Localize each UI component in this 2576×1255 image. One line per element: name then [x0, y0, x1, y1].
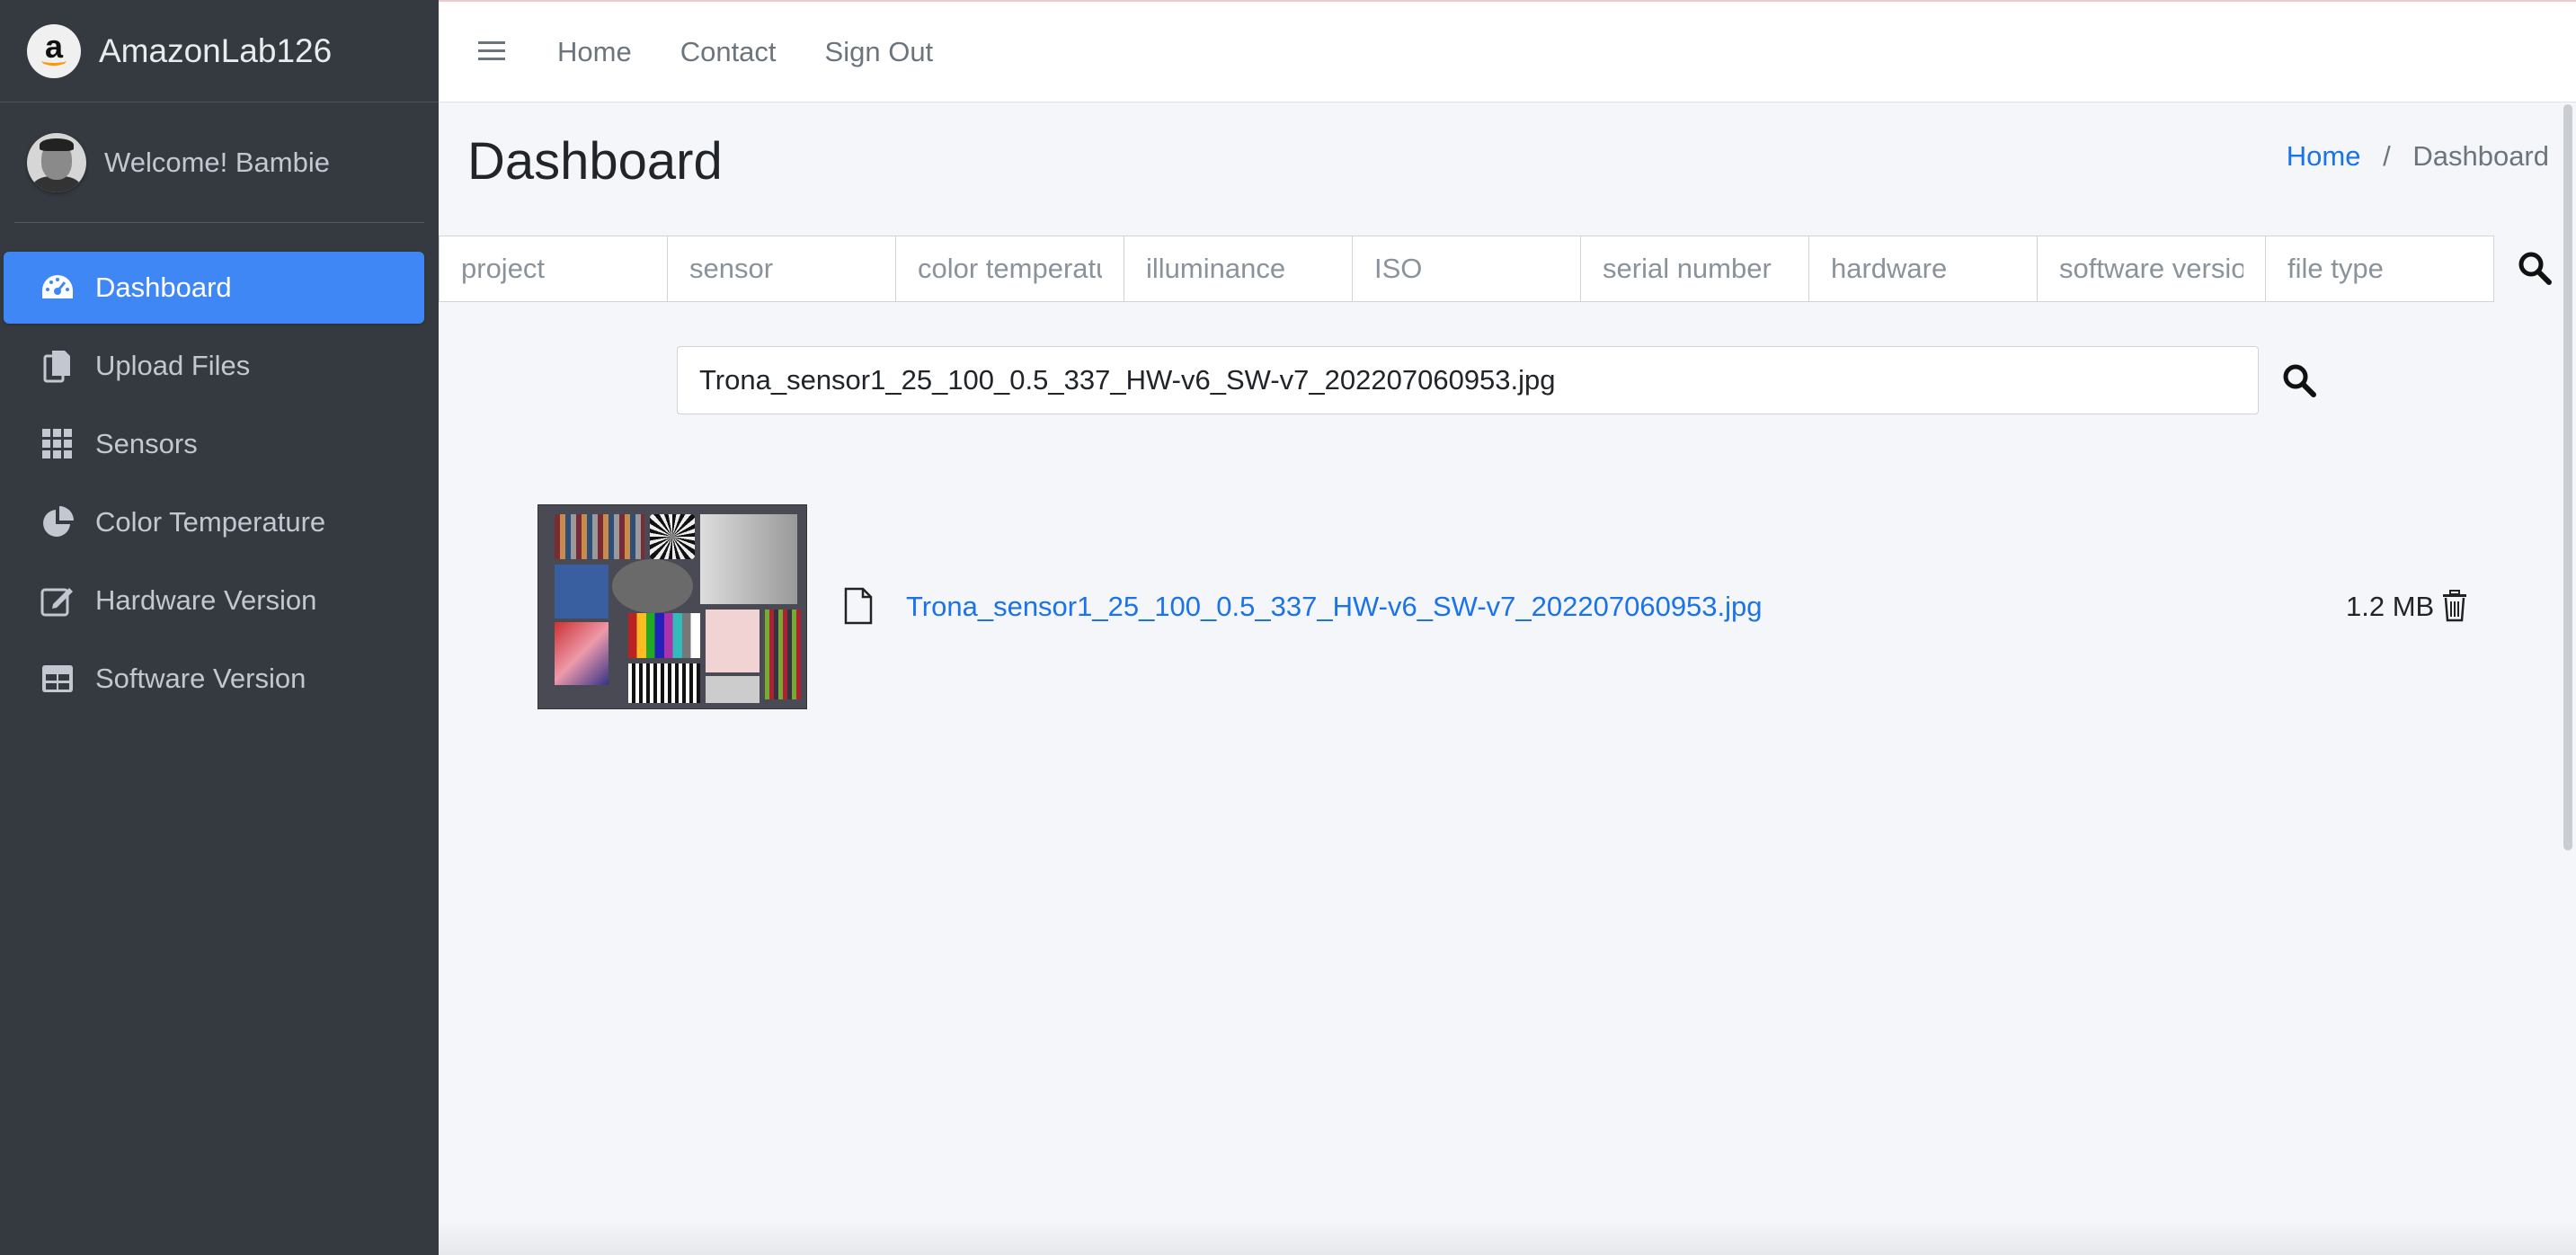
hamburger-icon[interactable]: [478, 33, 511, 71]
file-thumbnail[interactable]: [537, 504, 807, 709]
welcome-text[interactable]: Welcome! Bambie: [104, 147, 330, 179]
table-icon: [40, 661, 76, 697]
file-icon: [843, 587, 874, 625]
sidebar-item-label: Color Temperature: [95, 506, 326, 538]
brand-link[interactable]: a AmazonLab126: [0, 0, 439, 102]
trash-icon[interactable]: [2441, 590, 2468, 622]
filter-software-version-input[interactable]: [2037, 236, 2266, 302]
nav-link-sign-out[interactable]: Sign Out: [814, 36, 945, 68]
sidebar-item-color-temperature[interactable]: Color Temperature: [4, 486, 424, 558]
amazon-logo-icon: a: [27, 23, 81, 78]
sidebar: a AmazonLab126 Welcome! Bambie Dashboard…: [0, 0, 439, 1255]
avatar[interactable]: [27, 132, 86, 192]
sidebar-item-dashboard[interactable]: Dashboard: [4, 252, 424, 324]
files-icon: [40, 348, 76, 384]
filter-sensor-input[interactable]: [667, 236, 896, 302]
footer-shadow: [439, 1219, 2576, 1255]
sidebar-item-label: Upload Files: [95, 350, 251, 381]
nav-link-contact[interactable]: Contact: [670, 36, 787, 68]
filter-project-input[interactable]: [439, 236, 668, 302]
pie-chart-icon: [40, 504, 76, 540]
breadcrumb: Home / Dashboard: [2287, 140, 2549, 173]
sidebar-item-label: Dashboard: [95, 271, 232, 303]
file-search-input[interactable]: [677, 346, 2259, 414]
sidebar-nav: Dashboard Upload Files Sensors Color Tem…: [0, 223, 439, 715]
nav-link-home[interactable]: Home: [546, 36, 643, 68]
filter-iso-input[interactable]: [1352, 236, 1581, 302]
filter-color-temperature-input[interactable]: [895, 236, 1124, 302]
sidebar-item-label: Software Version: [95, 663, 306, 694]
filter-file-type-input[interactable]: [2265, 236, 2494, 302]
file-name-link[interactable]: Trona_sensor1_25_100_0.5_337_HW-v6_SW-v7…: [906, 591, 1763, 623]
filter-bar: [439, 236, 2494, 302]
edit-icon: [40, 583, 76, 619]
scrollbar-thumb[interactable]: [2563, 104, 2572, 850]
dashboard-icon: [40, 270, 76, 306]
brand-name: AmazonLab126: [99, 31, 333, 69]
sidebar-item-upload-files[interactable]: Upload Files: [4, 330, 424, 402]
filter-illuminance-input[interactable]: [1124, 236, 1353, 302]
sidebar-item-label: Hardware Version: [95, 584, 317, 616]
sidebar-item-sensors[interactable]: Sensors: [4, 408, 424, 480]
breadcrumb-separator: /: [2383, 140, 2391, 172]
sidebar-item-software-version[interactable]: Software Version: [4, 643, 424, 715]
filter-hardware-input[interactable]: [1808, 236, 2038, 302]
sidebar-item-label: Sensors: [95, 428, 198, 459]
file-search-icon[interactable]: [2281, 362, 2317, 398]
filter-serial-number-input[interactable]: [1580, 236, 1809, 302]
breadcrumb-current: Dashboard: [2412, 140, 2549, 172]
breadcrumb-home-link[interactable]: Home: [2287, 140, 2361, 172]
file-size: 1.2 MB: [2346, 591, 2435, 622]
user-panel: Welcome! Bambie: [14, 102, 424, 223]
grid-icon: [40, 426, 76, 462]
filter-search-icon[interactable]: [2517, 250, 2553, 286]
top-navbar: Home Contact Sign Out: [439, 0, 2576, 102]
sidebar-item-hardware-version[interactable]: Hardware Version: [4, 565, 424, 636]
page-title: Dashboard: [467, 132, 723, 191]
